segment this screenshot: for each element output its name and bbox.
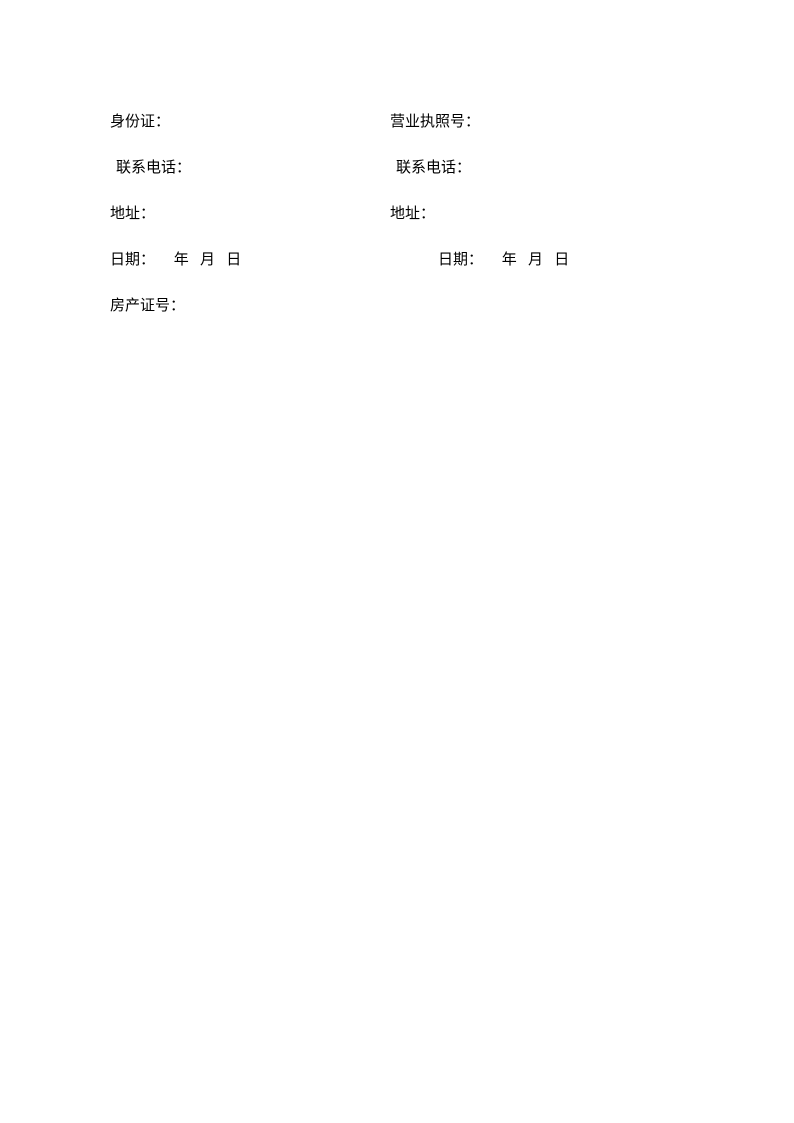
label-date-right: 日期： xyxy=(438,252,483,268)
label-id-card: 身份证： xyxy=(110,114,170,130)
label-property-cert: 房产证号： xyxy=(110,298,185,314)
field-date-left: 日期： 年 月 日 xyxy=(110,250,390,271)
label-business-license: 营业执照号： xyxy=(390,114,480,130)
label-phone-right: 联系电话： xyxy=(396,160,471,176)
label-address-right: 地址： xyxy=(390,206,435,222)
label-phone-left: 联系电话： xyxy=(116,160,191,176)
label-year-right: 年 xyxy=(502,252,517,268)
field-id-card: 身份证： xyxy=(110,112,390,133)
field-business-license: 营业执照号： xyxy=(390,112,690,133)
field-address-right: 地址： xyxy=(390,204,690,225)
label-address-left: 地址： xyxy=(110,206,155,222)
field-phone-right: 联系电话： xyxy=(390,158,690,179)
label-date-left: 日期： xyxy=(110,252,155,268)
label-month-left: 月 xyxy=(200,252,215,268)
row-phone: 联系电话： 联系电话： xyxy=(110,158,690,179)
row-id-license: 身份证： 营业执照号： xyxy=(110,112,690,133)
field-address-left: 地址： xyxy=(110,204,390,225)
row-address: 地址： 地址： xyxy=(110,204,690,225)
label-year-left: 年 xyxy=(174,252,189,268)
row-date: 日期： 年 月 日 日期： 年 月 日 xyxy=(110,250,690,271)
field-phone-left: 联系电话： xyxy=(110,158,390,179)
label-day-right: 日 xyxy=(554,252,569,268)
field-date-right: 日期： 年 月 日 xyxy=(390,250,690,271)
document-page: 身份证： 营业执照号： 联系电话： 联系电话： 地址： 地址： 日期： 年 月 … xyxy=(110,112,690,342)
label-month-right: 月 xyxy=(528,252,543,268)
row-property: 房产证号： xyxy=(110,296,690,317)
field-property-cert: 房产证号： xyxy=(110,296,390,317)
label-day-left: 日 xyxy=(226,252,241,268)
